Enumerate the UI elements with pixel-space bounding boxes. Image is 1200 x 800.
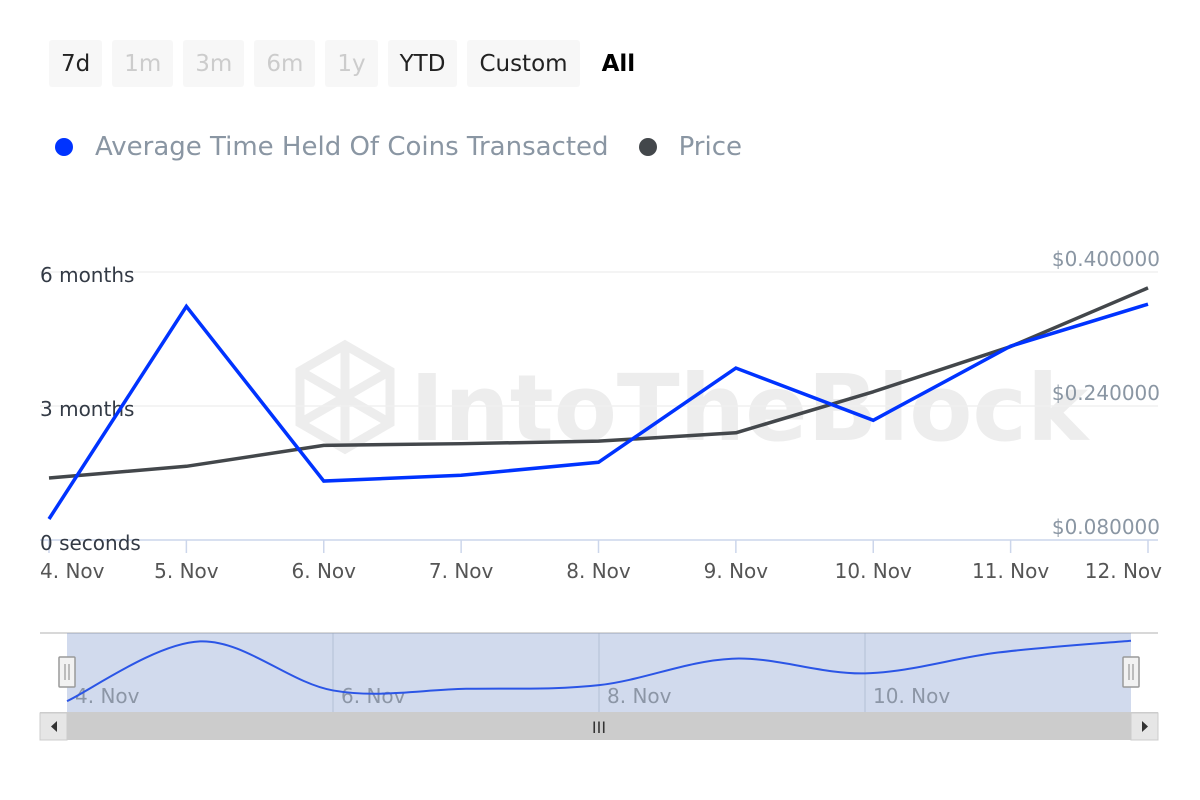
x-tick-label: 10. Nov <box>835 559 912 583</box>
y-left-tick-label: 6 months <box>40 263 134 287</box>
scrollbar-grip-icon[interactable]: III <box>592 718 606 737</box>
x-tick-label: 9. Nov <box>704 559 769 583</box>
y-right-tick-label: $0.240000 <box>1052 381 1160 405</box>
x-tick-label: 12. Nov <box>1085 559 1162 583</box>
navigator-right-handle[interactable] <box>1122 656 1140 688</box>
navigator[interactable]: 4. Nov 6. Nov 8. Nov 10. Nov III <box>39 632 1159 741</box>
watermark-logo-icon <box>295 339 395 455</box>
y-left-tick-label: 0 seconds <box>40 531 141 555</box>
x-tick-label: 4. Nov <box>40 559 105 583</box>
watermark-text: IntoTheBlock <box>410 355 1090 462</box>
navigator-label: 4. Nov <box>75 684 140 708</box>
navigator-label: 8. Nov <box>607 684 672 708</box>
x-tick-label: 11. Nov <box>972 559 1049 583</box>
x-tick-label: 5. Nov <box>154 559 219 583</box>
navigator-left-handle[interactable] <box>58 656 76 688</box>
navigator-label: 10. Nov <box>873 684 950 708</box>
navigator-label: 6. Nov <box>341 684 406 708</box>
chart: IntoTheBlock 4. Nov 5. Nov 6. Nov 7. Nov 8. … <box>39 247 1162 741</box>
x-axis: 4. Nov 5. Nov 6. Nov 7. Nov 8. Nov 9. Nov 10. … <box>40 539 1162 583</box>
scrollbar-right-button[interactable] <box>1130 712 1159 741</box>
scrollbar-left-button[interactable] <box>39 712 68 741</box>
y-right-tick-label: $0.400000 <box>1052 247 1160 271</box>
y-right-tick-label: $0.080000 <box>1052 515 1160 539</box>
x-tick-label: 8. Nov <box>566 559 631 583</box>
x-tick-label: 6. Nov <box>292 559 357 583</box>
x-tick-label: 7. Nov <box>429 559 494 583</box>
